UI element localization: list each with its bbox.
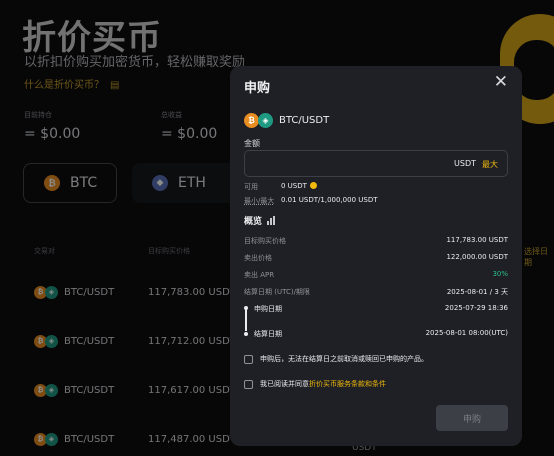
timeline-value: 2025-08-01 08:00(UTC) <box>425 329 508 337</box>
timeline-value: 2025-07-29 18:36 <box>444 304 508 312</box>
available-amount: 0 USDT <box>281 182 307 190</box>
available-value: 0 USDT <box>281 182 317 190</box>
modal-pair: ₿ ◈ BTC/USDT <box>244 113 329 128</box>
overview-row-sell-price: 卖出价格 122,000.00 USDT <box>244 253 508 265</box>
amount-input[interactable]: USDT 最大 <box>244 150 508 177</box>
date-timeline: 申购日期 2025-07-29 18:36 结算日期 2025-08-01 08… <box>244 304 508 340</box>
amount-label: 金额 <box>244 139 260 148</box>
overview-heading: 概览 <box>244 214 276 227</box>
bar-chart-icon <box>267 216 276 225</box>
modal-header: 申购 ✕ <box>230 66 522 102</box>
overview-key: 结算日期 (UTC)/期限 <box>244 288 310 296</box>
agree-prefix: 我已阅读并同意 <box>260 380 309 388</box>
overview-row-apr: 卖出 APR 30% <box>244 270 508 282</box>
timeline-line <box>245 309 247 331</box>
agree-checkbox[interactable] <box>244 379 253 389</box>
max-button[interactable]: 最大 <box>482 159 498 170</box>
subscribe-modal: 申购 ✕ ₿ ◈ BTC/USDT 金额 USDT 最大 可用 0 USDT 最… <box>230 66 522 446</box>
minmax-value: 0.01 USDT/1,000,000 USDT <box>281 196 378 204</box>
subscribe-button[interactable]: 申购 <box>436 405 508 431</box>
amount-unit: USDT <box>454 159 476 168</box>
close-icon[interactable]: ✕ <box>494 74 508 91</box>
agree-checkbox-row[interactable]: 我已阅读并同意 折价买币服务条款和条件 <box>244 379 508 389</box>
add-funds-icon[interactable] <box>309 182 317 189</box>
overview-value: 2025-08-01 / 3 天 <box>446 288 508 296</box>
usdt-coin-icon: ◈ <box>258 113 273 128</box>
overview-key: 卖出 APR <box>244 271 275 279</box>
terms-link[interactable]: 折价买币服务条款和条件 <box>309 379 386 389</box>
btc-coin-icon: ₿ <box>244 113 259 128</box>
available-label: 可用 <box>244 183 258 191</box>
modal-pair-label: BTC/USDT <box>279 115 330 126</box>
timeline-key: 申购日期 <box>254 305 282 313</box>
overview-label: 概览 <box>244 217 263 227</box>
notice-checkbox[interactable] <box>244 354 253 364</box>
overview-key: 目标购买价格 <box>244 237 286 245</box>
minmax-label: 最小/最大 <box>244 197 275 205</box>
overview-row-target-price: 目标购买价格 117,783.00 USDT <box>244 236 508 248</box>
overview-key: 卖出价格 <box>244 254 272 262</box>
timeline-dot <box>244 332 248 336</box>
modal-title: 申购 <box>244 81 271 96</box>
overview-value: 30% <box>492 270 508 278</box>
overview-row-settlement: 结算日期 (UTC)/期限 2025-08-01 / 3 天 <box>244 287 508 299</box>
timeline-key: 结算日期 <box>254 330 282 338</box>
overview-value: 117,783.00 USDT <box>446 236 508 244</box>
overview-value: 122,000.00 USDT <box>446 253 508 261</box>
notice-text: 申购后，无法在结算日之前取消或赎回已申购的产品。 <box>260 355 428 363</box>
notice-checkbox-row[interactable]: 申购后，无法在结算日之前取消或赎回已申购的产品。 <box>244 354 508 364</box>
